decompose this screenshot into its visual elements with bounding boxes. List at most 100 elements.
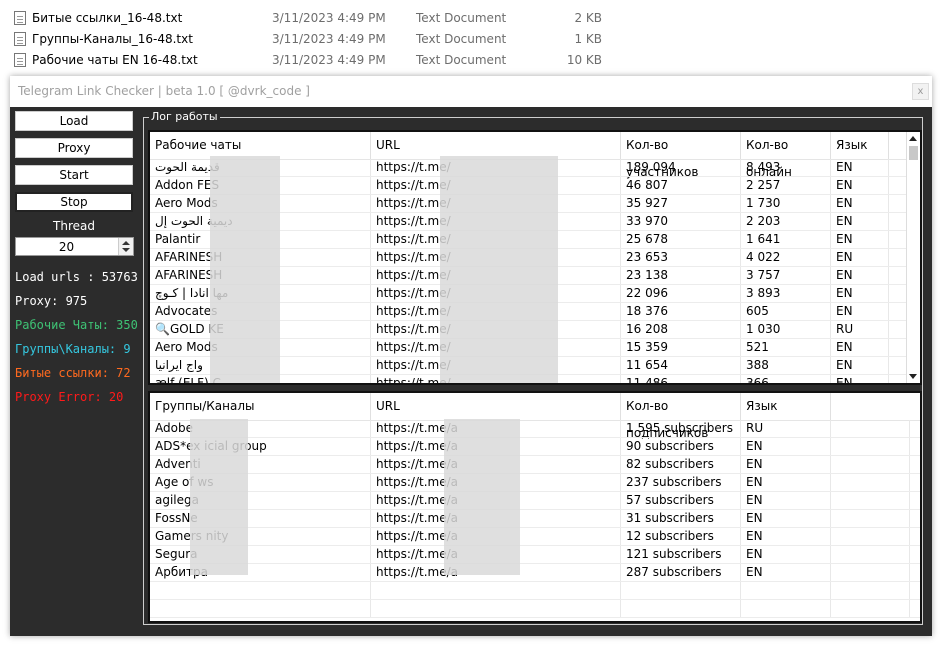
table-cell: EN — [831, 375, 889, 383]
stat-broken-links: Битые ссылки: 72 — [15, 366, 131, 380]
file-row[interactable]: Битые ссылки_16-48.txt 3/11/2023 4:49 PM… — [14, 7, 634, 28]
table-cell: EN — [741, 474, 831, 491]
app-window: Telegram Link Checker | beta 1.0 [ @dvrk… — [10, 76, 932, 636]
empty-row[interactable] — [150, 582, 920, 600]
table-cell: 23 653 — [621, 249, 741, 266]
table-cell: EN — [831, 267, 889, 284]
stat-load-urls: Load urls : 53763 — [15, 270, 138, 284]
column-header[interactable]: URL — [371, 132, 621, 159]
table-row[interactable]: ADS*ex icial grouphttps://t.me/a90 subsc… — [150, 438, 920, 456]
arrow-down-icon[interactable] — [122, 248, 130, 252]
table-cell: 82 subscribers — [621, 456, 741, 473]
table-cell: 388 — [741, 357, 831, 374]
table-cell: 90 subscribers — [621, 438, 741, 455]
title-bar[interactable]: Telegram Link Checker | beta 1.0 [ @dvrk… — [10, 76, 932, 107]
table-cell: 35 927 — [621, 195, 741, 212]
column-header[interactable]: Рабочие чаты — [150, 132, 371, 159]
table-cell: 189 094 — [621, 159, 741, 176]
column-header[interactable]: Язык — [831, 132, 889, 159]
redaction — [440, 156, 558, 383]
stat-proxy-error: Proxy Error: 20 — [15, 390, 124, 404]
column-header[interactable]: Кол-во участников — [621, 132, 741, 179]
stat-groups-channels: Группы\Каналы: 9 — [15, 342, 131, 356]
table-cell: 33 970 — [621, 213, 741, 230]
table-cell: EN — [741, 438, 831, 455]
file-size: 2 KB — [574, 10, 602, 25]
column-header[interactable]: Язык — [741, 393, 831, 420]
table-cell: 57 subscribers — [621, 492, 741, 509]
close-button[interactable]: x — [912, 83, 929, 100]
table-cell — [831, 582, 910, 599]
thread-value[interactable]: 20 — [16, 240, 117, 254]
table-cell: RU — [831, 321, 889, 338]
chats-table[interactable]: Рабочие чаты URL Кол-во участников Кол-в… — [148, 130, 922, 385]
table-cell: EN — [831, 249, 889, 266]
table-cell: EN — [831, 231, 889, 248]
table-cell: agilega — [150, 492, 371, 509]
table-row[interactable]: Gamers nityhttps://t.me/a12 subscribersE… — [150, 528, 920, 546]
table-row[interactable]: agilega https://t.me/a 57 subscribers EN — [150, 492, 920, 510]
scroll-down-icon[interactable] — [909, 374, 917, 379]
table-cell: 4 022 — [741, 249, 831, 266]
stop-button[interactable]: Stop — [15, 192, 133, 212]
table-cell — [831, 564, 910, 581]
table-cell — [831, 420, 910, 437]
table-cell: EN — [741, 564, 831, 581]
table-cell — [371, 582, 621, 599]
vertical-scrollbar[interactable] — [906, 132, 920, 383]
column-header[interactable]: Кол-во подписчиков — [621, 393, 741, 440]
table-cell: EN — [741, 456, 831, 473]
empty-row[interactable] — [150, 600, 920, 618]
file-row[interactable]: Рабочие чаты EN 16-48.txt 3/11/2023 4:49… — [14, 49, 634, 70]
table-row[interactable]: Adobe https://t.me/a 1 595 subscribers RU — [150, 420, 920, 438]
table-cell — [741, 582, 831, 599]
stepper-arrows[interactable] — [118, 238, 133, 255]
column-header[interactable]: Группы/Каналы — [150, 393, 371, 420]
file-type: Text Document — [416, 52, 507, 67]
table-cell — [741, 600, 831, 617]
table-cell — [831, 546, 910, 563]
file-date: 3/11/2023 4:49 PM — [272, 52, 386, 67]
arrow-up-icon[interactable] — [122, 241, 130, 245]
table-cell: 1 730 — [741, 195, 831, 212]
table-cell — [831, 456, 910, 473]
file-size: 10 KB — [566, 52, 602, 67]
table-cell: 11 486 — [621, 375, 741, 383]
column-header[interactable]: URL — [371, 393, 621, 420]
file-name: Битые ссылки_16-48.txt — [32, 10, 183, 25]
table-row[interactable]: Арбитра https://t.me/a 287 subscribers EN — [150, 564, 920, 582]
table-cell: 25 678 — [621, 231, 741, 248]
groups-table[interactable]: Группы/Каналы URL Кол-во подписчиков Язы… — [148, 391, 922, 623]
scroll-up-icon[interactable] — [909, 136, 917, 141]
file-row[interactable]: Группы-Каналы_16-48.txt 3/11/2023 4:49 P… — [14, 28, 634, 49]
table-cell: 2 257 — [741, 177, 831, 194]
table-cell: 31 subscribers — [621, 510, 741, 527]
load-button[interactable]: Load — [15, 111, 133, 131]
table-cell — [371, 600, 621, 617]
table-cell — [831, 474, 910, 491]
table-cell: 237 subscribers — [621, 474, 741, 491]
table-cell: 2 203 — [741, 213, 831, 230]
table-row[interactable]: Age of ws https://t.me/a 237 subscribers EN — [150, 474, 920, 492]
thread-stepper[interactable]: 20 — [15, 237, 134, 256]
redaction — [190, 419, 248, 575]
table-cell: 3 893 — [741, 285, 831, 302]
table-row[interactable]: FossNe https://t.me/a 31 subscribers EN — [150, 510, 920, 528]
scroll-thumb[interactable] — [909, 146, 918, 160]
start-button[interactable]: Start — [15, 165, 133, 185]
column-header[interactable]: Кол-во онлайн — [741, 132, 831, 179]
table-row[interactable]: Segura https://t.me/a 121 subscribers EN — [150, 546, 920, 564]
table-cell: ADS*ex icial group — [150, 438, 371, 455]
proxy-button[interactable]: Proxy — [15, 138, 133, 158]
table-row[interactable]: Adventi https://t.me/a 82 subscribers EN — [150, 456, 920, 474]
table-cell: 23 138 — [621, 267, 741, 284]
thread-label: Thread — [53, 219, 95, 233]
table-cell: 15 359 — [621, 339, 741, 356]
table-cell: EN — [831, 177, 889, 194]
table-cell: Adventi — [150, 456, 371, 473]
table-cell: EN — [831, 303, 889, 320]
file-type: Text Document — [416, 31, 507, 46]
table-cell: 16 208 — [621, 321, 741, 338]
file-type: Text Document — [416, 10, 507, 25]
table-cell: 287 subscribers — [621, 564, 741, 581]
